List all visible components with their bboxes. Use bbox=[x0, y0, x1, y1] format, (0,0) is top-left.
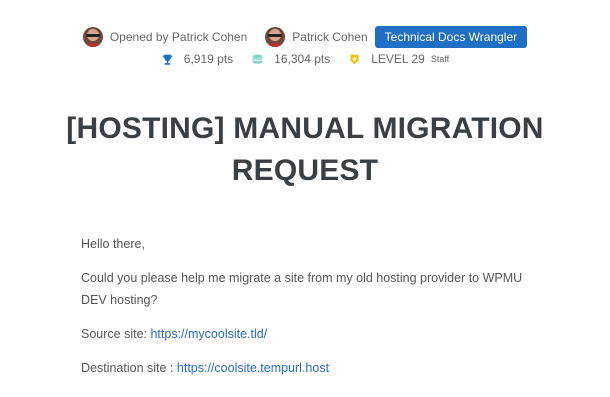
level-stat: LEVEL 29 Staff bbox=[348, 52, 449, 66]
ticket-body: Hello there, Could you please help me mi… bbox=[81, 233, 531, 391]
reputation-value: 16,304 pts bbox=[274, 52, 331, 66]
destination-site-label: Destination site : bbox=[81, 361, 177, 375]
source-site-line: Source site: https://mycoolsite.tld/ bbox=[81, 323, 531, 345]
author-avatar[interactable] bbox=[265, 27, 286, 47]
trophy-icon bbox=[162, 54, 173, 65]
destination-site-line: Destination site : https://coolsite.temp… bbox=[81, 357, 531, 379]
avatar-shirt bbox=[267, 43, 284, 47]
coins-stack-icon bbox=[252, 53, 263, 64]
points-stat: 6,919 pts bbox=[161, 52, 233, 66]
author-info: Patrick Cohen Technical Docs Wrangler bbox=[265, 26, 528, 48]
avatar-shirt bbox=[84, 43, 101, 47]
avatar-glasses bbox=[85, 34, 100, 37]
source-site-link[interactable]: https://mycoolsite.tld/ bbox=[150, 327, 267, 341]
destination-site-link[interactable]: https://coolsite.tempurl.host bbox=[177, 361, 329, 375]
role-badge: Technical Docs Wrangler bbox=[374, 26, 528, 48]
author-name[interactable]: Patrick Cohen bbox=[292, 30, 367, 44]
opened-by: Opened by Patrick Cohen bbox=[82, 27, 248, 47]
level-badge-icon bbox=[350, 54, 359, 64]
request-text: Could you please help me migrate a site … bbox=[81, 271, 523, 307]
greeting-text: Hello there, bbox=[81, 237, 145, 251]
page-title: [HOSTING] MANUAL MIGRATION REQUEST bbox=[66, 112, 544, 188]
points-value: 6,919 pts bbox=[183, 52, 234, 66]
reputation-stat: 16,304 pts bbox=[251, 52, 330, 66]
staff-label: Staff bbox=[430, 54, 450, 64]
level-value: LEVEL 29 bbox=[371, 52, 425, 66]
author-stats: 6,919 pts 16,304 pts LEVEL 29 Staff bbox=[0, 50, 610, 68]
source-site-label: Source site: bbox=[81, 327, 151, 341]
avatar-glasses bbox=[268, 34, 283, 37]
opener-avatar[interactable] bbox=[82, 27, 103, 47]
opened-by-text: Opened by Patrick Cohen bbox=[109, 30, 248, 44]
ticket-meta-row: Opened by Patrick Cohen Patrick Cohen Te… bbox=[0, 25, 610, 49]
